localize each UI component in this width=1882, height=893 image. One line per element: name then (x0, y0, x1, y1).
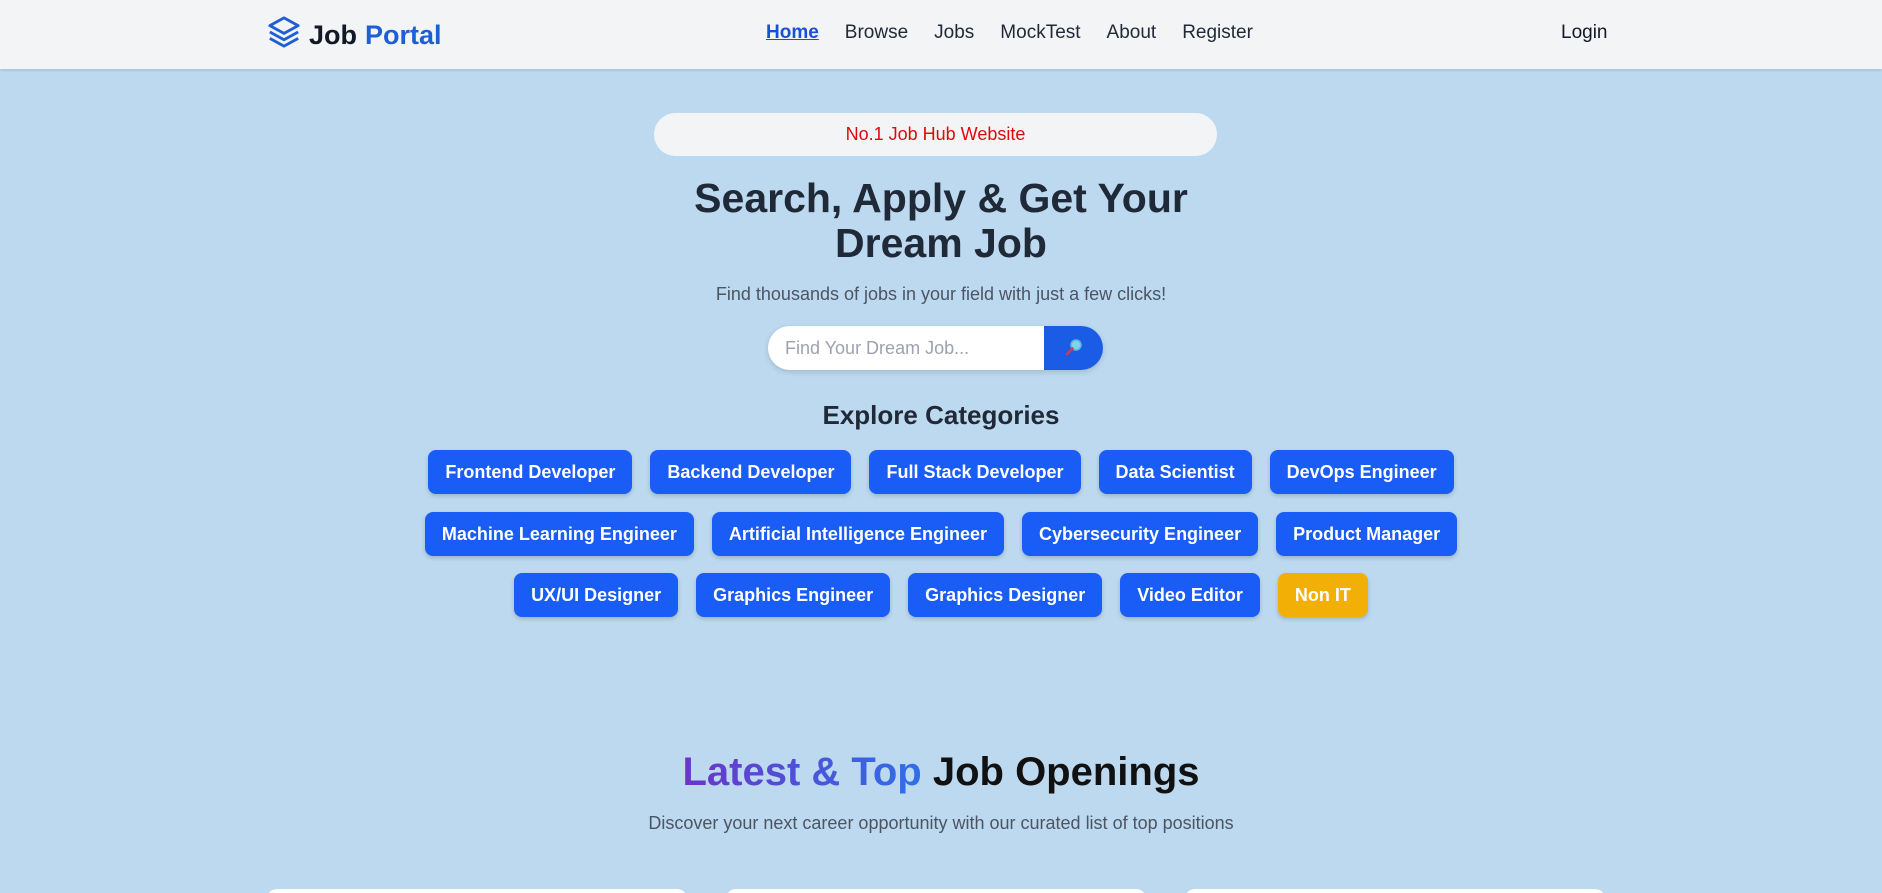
latest-jobs-title-highlight: Latest & Top (682, 750, 922, 794)
category-non-it[interactable]: Non IT (1277, 573, 1368, 617)
category-row-1: Frontend Developer Backend Developer Ful… (0, 450, 1882, 494)
latest-jobs-subtitle: Discover your next career opportunity wi… (648, 813, 1234, 833)
nav-home[interactable]: Home (766, 22, 819, 44)
search-input[interactable] (768, 326, 1044, 370)
brand-logo[interactable]: Job Portal (267, 15, 442, 56)
hero-title-line1: Search, Apply & Get Your (694, 175, 1188, 221)
nav-mocktest[interactable]: MockTest (1000, 22, 1080, 44)
brand-name-first: Job (309, 19, 358, 50)
category-row-3: UX/UI Designer Graphics Engineer Graphic… (0, 573, 1882, 617)
nav-browse[interactable]: Browse (845, 22, 908, 44)
category-devops-engineer[interactable]: DevOps Engineer (1269, 450, 1454, 494)
nav-about[interactable]: About (1107, 22, 1157, 44)
category-cybersecurity-engineer[interactable]: Cybersecurity Engineer (1022, 512, 1259, 556)
main-nav: Home Browse Jobs MockTest About Register (766, 22, 1253, 44)
job-card[interactable] (1185, 889, 1605, 893)
category-product-manager[interactable]: Product Manager (1276, 512, 1458, 556)
nav-jobs[interactable]: Jobs (934, 22, 974, 44)
category-video-editor[interactable]: Video Editor (1120, 573, 1260, 617)
search-button[interactable] (1044, 326, 1103, 370)
hero-title: Search, Apply & Get Your Dream Job (591, 176, 1291, 266)
category-machine-learning-engineer[interactable]: Machine Learning Engineer (424, 512, 694, 556)
hero-badge: No.1 Job Hub Website (654, 113, 1217, 156)
category-full-stack-developer[interactable]: Full Stack Developer (869, 450, 1081, 494)
latest-jobs-title: Latest & Top Job Openings (541, 750, 1341, 795)
job-card[interactable] (726, 889, 1146, 893)
login-link[interactable]: Login (1561, 22, 1608, 44)
categories-title: Explore Categories (822, 400, 1060, 430)
latest-jobs-title-rest: Job Openings (932, 750, 1200, 794)
category-graphics-engineer[interactable]: Graphics Engineer (696, 573, 891, 617)
category-row-2: Machine Learning Engineer Artificial Int… (0, 512, 1882, 556)
hero-badge-text: No.1 Job Hub Website (845, 124, 1026, 144)
category-ux-ui-designer[interactable]: UX/UI Designer (514, 573, 679, 617)
category-ai-engineer[interactable]: Artificial Intelligence Engineer (711, 512, 1004, 556)
navbar: Job Portal Home Browse Jobs MockTest Abo… (0, 0, 1882, 69)
brand-name-second: Portal (365, 19, 442, 50)
category-backend-developer[interactable]: Backend Developer (650, 450, 852, 494)
search-bar (768, 326, 1103, 370)
magnifier-icon (1064, 337, 1084, 360)
category-frontend-developer[interactable]: Frontend Developer (428, 450, 633, 494)
layers-icon (267, 15, 301, 56)
nav-register[interactable]: Register (1182, 22, 1253, 44)
hero-subtitle: Find thousands of jobs in your field wit… (715, 284, 1167, 304)
category-data-scientist[interactable]: Data Scientist (1098, 450, 1252, 494)
category-graphics-designer[interactable]: Graphics Designer (908, 573, 1103, 617)
job-card[interactable] (267, 889, 687, 893)
hero-title-line2: Dream Job (835, 220, 1047, 266)
